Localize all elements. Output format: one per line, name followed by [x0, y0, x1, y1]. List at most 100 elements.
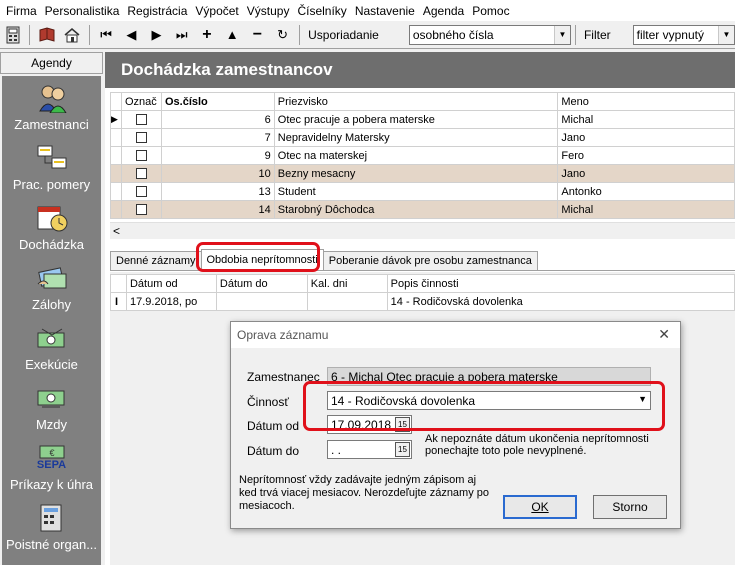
home-icon[interactable]: [61, 24, 82, 46]
add-record-icon[interactable]: +: [196, 24, 217, 46]
cell-popis: 14 - Rodičovská dovolenka: [386, 292, 735, 311]
calendar-icon[interactable]: 15: [395, 417, 410, 432]
cell-priezvisko: Otec pracuje a pobera materske: [273, 110, 559, 129]
cell-os-cislo: 6: [160, 110, 275, 129]
sidebar-item-label: Príkazy k úhra: [9, 477, 94, 492]
sidebar-item-mzdy[interactable]: Mzdy: [2, 376, 101, 436]
row-checkbox[interactable]: [120, 164, 162, 183]
column-header-meno[interactable]: Meno: [557, 92, 735, 111]
cell-meno: Jano: [557, 128, 735, 147]
calculator-icon[interactable]: [2, 24, 23, 46]
toolbar: ⏮ ◀ ▶ ⏭ + ▲ − ↻ Usporiadanie osobného čí…: [0, 21, 735, 49]
ok-button[interactable]: OK: [503, 495, 577, 519]
horizontal-scrollbar[interactable]: <: [110, 222, 735, 239]
sidebar-item-label: Poistné organ...: [5, 537, 98, 552]
sidebar-item-prikazy[interactable]: € SEPA Príkazy k úhra: [2, 436, 101, 496]
tab-denne-zaznamy[interactable]: Denné záznamy: [110, 251, 202, 270]
menu-pomoc[interactable]: Pomoc: [470, 4, 515, 18]
column-header-priezvisko[interactable]: Priezvisko: [273, 92, 559, 111]
wages-icon: [36, 383, 68, 413]
chevron-down-icon: ▼: [638, 394, 647, 404]
table-row[interactable]: 9 Otec na materskej Fero: [110, 146, 735, 165]
date-to-field[interactable]: . . 15: [327, 440, 412, 459]
row-checkbox[interactable]: [120, 110, 162, 129]
sort-select[interactable]: osobného čísla ▼: [408, 24, 571, 45]
row-checkbox[interactable]: [120, 200, 162, 219]
sidebar-item-label: Zálohy: [31, 297, 72, 312]
activity-select[interactable]: 14 - Rodičovská dovolenka ▼: [327, 391, 651, 410]
table-row[interactable]: ▶ 6 Otec pracuje a pobera materske Micha…: [110, 110, 735, 129]
filter-select-value: filter vypnutý: [636, 27, 704, 42]
menu-vystupy[interactable]: Výstupy: [245, 4, 296, 18]
dialog-title-bar: Oprava záznamu ✕: [231, 322, 680, 348]
table-row[interactable]: 14 Starobný Dôchodca Michal: [110, 200, 735, 219]
refresh-icon[interactable]: ↻: [272, 24, 293, 46]
sidebar-item-label: Dochádzka: [18, 237, 85, 252]
date-from-field[interactable]: 17.09.2018 15: [327, 415, 412, 434]
cell-datum-od: 17.9.2018, po: [125, 292, 217, 311]
sidebar-item-label: Exekúcie: [25, 357, 78, 372]
menu-agenda[interactable]: Agenda: [421, 4, 470, 18]
filter-label: Filter: [583, 27, 611, 42]
scroll-left-icon[interactable]: <: [113, 224, 120, 238]
date-to-label: Dátum do: [247, 444, 300, 458]
cancel-button[interactable]: Storno: [593, 495, 667, 519]
calendar-icon[interactable]: 15: [395, 442, 410, 457]
last-record-icon[interactable]: ⏭: [171, 24, 192, 46]
sidebar-agenda-list: Zamestnanci Prac. pomery Dochádzka Záloh…: [2, 76, 101, 565]
menu-registracia[interactable]: Registrácia: [125, 4, 193, 18]
book-icon[interactable]: [36, 24, 57, 46]
previous-record-icon[interactable]: ◀: [121, 24, 142, 46]
current-row-indicator-icon: ▶: [110, 110, 122, 129]
sidebar-item-zalohy[interactable]: Zálohy: [2, 256, 101, 316]
row-checkbox[interactable]: [120, 128, 162, 147]
next-record-icon[interactable]: ▶: [146, 24, 167, 46]
cell-meno: Michal: [557, 200, 735, 219]
cell-priezvisko: Starobný Dôchodca: [273, 200, 559, 219]
sidebar-item-zamestnanci[interactable]: Zamestnanci: [2, 76, 101, 136]
table-row[interactable]: 7 Nepravidelny Matersky Jano: [110, 128, 735, 147]
column-header-kal-dni[interactable]: Kal. dni: [306, 274, 388, 293]
cell-kal-dni: [306, 292, 388, 311]
column-header-datum-do[interactable]: Dátum do: [215, 274, 308, 293]
dialog-note: Neprítomnosť vždy zadávajte jedným zápis…: [239, 474, 490, 512]
menu-nastavenie[interactable]: Nastavenie: [353, 4, 421, 18]
employee-field-value: 6 - Michal Otec pracuje a pobera matersk…: [331, 369, 558, 384]
row-checkbox[interactable]: [120, 146, 162, 165]
menu-vypocet[interactable]: Výpočet: [193, 4, 244, 18]
row-checkbox[interactable]: [120, 182, 162, 201]
cell-priezvisko: Nepravidelny Matersky: [273, 128, 559, 147]
employee-field: 6 - Michal Otec pracuje a pobera matersk…: [327, 367, 651, 386]
cell-os-cislo: 14: [160, 200, 275, 219]
column-header-oznac[interactable]: Označ: [120, 92, 162, 111]
sidebar-item-exekucie[interactable]: Exekúcie: [2, 316, 101, 376]
delete-record-icon[interactable]: −: [247, 24, 268, 46]
up-icon[interactable]: ▲: [222, 24, 243, 46]
sidebar-item-label: Zamestnanci: [14, 117, 89, 132]
menu-personalistika[interactable]: Personalistika: [43, 4, 126, 18]
sidebar-item-dochadzka[interactable]: Dochádzka: [2, 196, 101, 256]
executions-icon: [36, 323, 68, 353]
attendance-icon: [36, 203, 68, 233]
sidebar: Agendy Zamestnanci Prac. pomery Dochádzk…: [0, 52, 103, 565]
sidebar-item-label: Prac. pomery: [12, 177, 91, 192]
sidebar-item-prac-pomery[interactable]: Prac. pomery: [2, 136, 101, 196]
chevron-down-icon: ▼: [553, 25, 570, 44]
column-header-datum-od[interactable]: Dátum od: [125, 274, 217, 293]
sidebar-item-poistne[interactable]: Poistné organ...: [2, 496, 101, 556]
first-record-icon[interactable]: ⏮: [96, 24, 117, 46]
svg-text:€: €: [49, 448, 54, 458]
date-to-value: . .: [331, 442, 342, 457]
close-icon[interactable]: ✕: [658, 326, 670, 343]
filter-select[interactable]: filter vypnutý ▼: [632, 24, 735, 45]
column-header-os-cislo[interactable]: Os.číslo: [160, 92, 275, 111]
menu-ciselniky[interactable]: Číselníky: [295, 4, 352, 18]
tab-obdobia-nepritomnosti[interactable]: Obdobia neprítomnosti: [200, 249, 324, 270]
table-row[interactable]: I 17.9.2018, po 14 - Rodičovská dovolenk…: [110, 292, 735, 311]
tab-poberanie-davok[interactable]: Poberanie dávok pre osobu zamestnanca: [322, 251, 538, 270]
advances-icon: [36, 263, 68, 293]
menu-firma[interactable]: Firma: [4, 4, 43, 18]
column-header-popis[interactable]: Popis činnosti: [386, 274, 735, 293]
table-row[interactable]: 10 Bezny mesacny Jano: [110, 164, 735, 183]
table-row[interactable]: 13 Student Antonko: [110, 182, 735, 201]
